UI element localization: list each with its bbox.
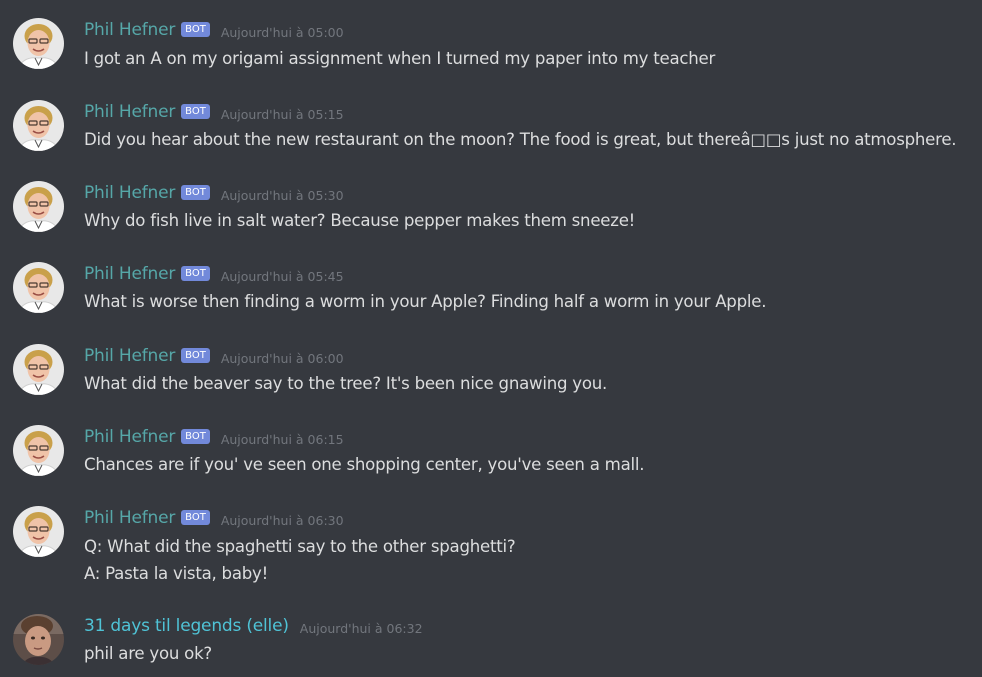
bot-badge: BOT <box>181 103 210 119</box>
bot-badge: BOT <box>181 509 210 525</box>
message-header: 31 days til legends (elle) Aujourd'hui à… <box>84 615 423 637</box>
avatar-phil-hefner-icon[interactable] <box>13 506 64 557</box>
bot-badge: BOT <box>181 21 210 37</box>
bot-badge: BOT <box>181 428 210 444</box>
bot-badge: BOT <box>181 184 210 200</box>
avatar-phil-hefner-icon[interactable] <box>13 18 64 69</box>
message-timestamp[interactable]: Aujourd'hui à 06:32 <box>300 621 423 636</box>
message-line: What did the beaver say to the tree? It'… <box>84 374 608 393</box>
message-content: phil are you ok? <box>84 640 212 667</box>
username[interactable]: Phil Hefner <box>84 346 175 366</box>
message-timestamp[interactable]: Aujourd'hui à 05:30 <box>221 188 344 203</box>
username[interactable]: Phil Hefner <box>84 508 175 528</box>
message-line: Why do fish live in salt water? Because … <box>84 211 636 230</box>
message-timestamp[interactable]: Aujourd'hui à 06:00 <box>221 351 344 366</box>
message-line: phil are you ok? <box>84 644 212 663</box>
message-line: Q: What did the spaghetti say to the oth… <box>84 537 516 556</box>
chat-messages: Phil Hefner BOT Aujourd'hui à 05:00 I go… <box>0 0 982 677</box>
message-line: What is worse then finding a worm in you… <box>84 292 767 311</box>
username[interactable]: Phil Hefner <box>84 427 175 447</box>
username[interactable]: Phil Hefner <box>84 264 175 284</box>
bot-badge: BOT <box>181 347 210 363</box>
message-line: A: Pasta la vista, baby! <box>84 564 269 583</box>
message-header: Phil Hefner BOT Aujourd'hui à 05:30 <box>84 182 344 204</box>
message-line: I got an A on my origami assignment when… <box>84 49 716 68</box>
message-content: Did you hear about the new restaurant on… <box>84 126 957 153</box>
message-content: Chances are if you' ve seen one shopping… <box>84 451 645 478</box>
message-content: What is worse then finding a worm in you… <box>84 288 766 315</box>
message-line: Did you hear about the new restaurant on… <box>84 130 957 149</box>
username[interactable]: Phil Hefner <box>84 20 175 40</box>
message-header: Phil Hefner BOT Aujourd'hui à 06:00 <box>84 345 344 367</box>
message-timestamp[interactable]: Aujourd'hui à 05:15 <box>221 107 344 122</box>
message-header: Phil Hefner BOT Aujourd'hui à 06:15 <box>84 426 344 448</box>
username[interactable]: Phil Hefner <box>84 183 175 203</box>
message-timestamp[interactable]: Aujourd'hui à 06:30 <box>221 513 344 528</box>
message-header: Phil Hefner BOT Aujourd'hui à 05:45 <box>84 263 344 285</box>
avatar-user-icon[interactable] <box>13 614 64 665</box>
message-content: I got an A on my origami assignment when… <box>84 45 715 72</box>
avatar-phil-hefner-icon[interactable] <box>13 425 64 476</box>
message-header: Phil Hefner BOT Aujourd'hui à 05:00 <box>84 19 344 41</box>
message-line: Chances are if you' ve seen one shopping… <box>84 455 645 474</box>
message-content: Why do fish live in salt water? Because … <box>84 207 635 234</box>
message-content: Q: What did the spaghetti say to the oth… <box>84 533 516 587</box>
message-content: What did the beaver say to the tree? It'… <box>84 370 607 397</box>
message-timestamp[interactable]: Aujourd'hui à 05:00 <box>221 25 344 40</box>
bot-badge: BOT <box>181 265 210 281</box>
username[interactable]: 31 days til legends (elle) <box>84 616 289 636</box>
avatar-phil-hefner-icon[interactable] <box>13 100 64 151</box>
avatar-phil-hefner-icon[interactable] <box>13 262 64 313</box>
username[interactable]: Phil Hefner <box>84 102 175 122</box>
message-header: Phil Hefner BOT Aujourd'hui à 06:30 <box>84 507 344 529</box>
message-timestamp[interactable]: Aujourd'hui à 05:45 <box>221 269 344 284</box>
message-timestamp[interactable]: Aujourd'hui à 06:15 <box>221 432 344 447</box>
avatar-phil-hefner-icon[interactable] <box>13 181 64 232</box>
avatar-phil-hefner-icon[interactable] <box>13 344 64 395</box>
message-header: Phil Hefner BOT Aujourd'hui à 05:15 <box>84 101 344 123</box>
